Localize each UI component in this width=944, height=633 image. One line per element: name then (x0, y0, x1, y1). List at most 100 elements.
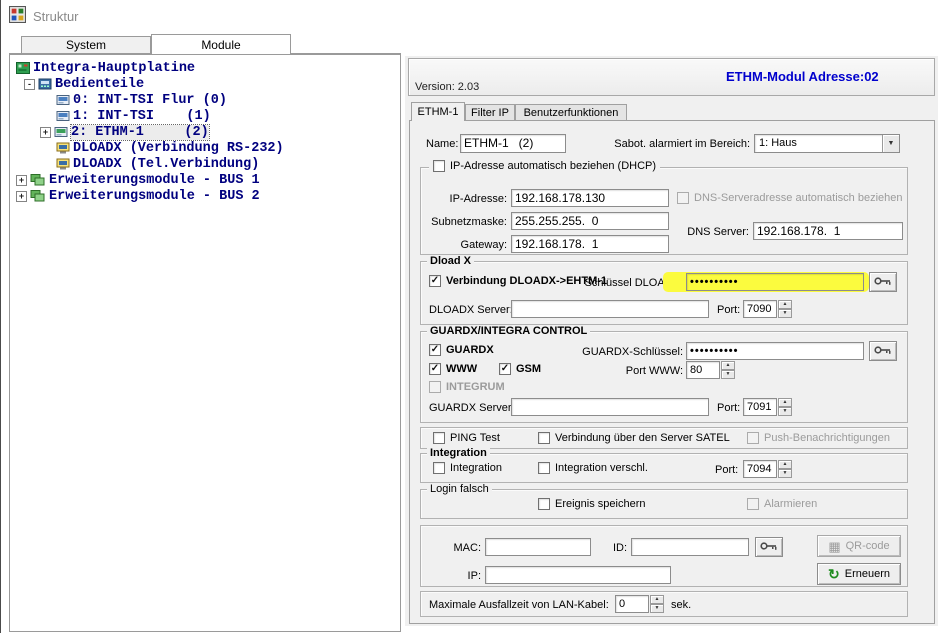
subnet-input[interactable]: 255.255.255. 0 (511, 212, 669, 230)
tree-item-int-tsi-1[interactable]: 1: INT-TSI (1) (10, 108, 400, 124)
dloadx-server-input[interactable] (511, 300, 709, 318)
dloadx-group: Dload X ✓ Verbindung DLOADX->EHTM-1 Schl… (420, 261, 908, 325)
save-event-label: Ereignis speichern (555, 498, 646, 510)
checkbox-box[interactable]: ✓ (429, 363, 441, 375)
satel-server-checkbox[interactable]: Verbindung über den Server SATEL (538, 432, 730, 444)
checkbox-box[interactable]: ✓ (429, 275, 441, 287)
checkbox-box[interactable] (433, 432, 445, 444)
sabot-label: Sabot. alarmiert im Bereich: (600, 138, 750, 150)
gsm-checkbox[interactable]: ✓ GSM (499, 363, 541, 375)
guardx-key-input[interactable]: •••••••••• (686, 342, 864, 360)
guardx-group-caption: GUARDX/INTEGRA CONTROL (427, 325, 590, 337)
tab-module[interactable]: Module (151, 34, 291, 54)
guardx-key-reveal-button[interactable] (869, 341, 897, 361)
ip-input[interactable] (485, 566, 671, 584)
spin-up-icon[interactable]: ▲ (650, 595, 664, 604)
spin-down-icon[interactable]: ▼ (650, 604, 664, 613)
id-key-button[interactable] (755, 537, 783, 557)
integration-port-spinner: 7094 ▲ ▼ (743, 460, 792, 478)
checkbox-box[interactable] (538, 498, 550, 510)
tree-item-label: DLOADX (Tel.Verbindung) (73, 157, 259, 172)
expand-icon[interactable]: + (16, 175, 27, 186)
expand-icon[interactable]: + (16, 191, 27, 202)
checkbox-box (747, 432, 759, 444)
tree-item-label: Erweiterungsmodule - BUS 1 (49, 173, 260, 188)
expand-icon[interactable]: + (40, 127, 51, 138)
port-www-input[interactable]: 80 (686, 361, 720, 379)
ip-address-input[interactable]: 192.168.178.130 (511, 189, 669, 207)
checkbox-box[interactable] (538, 462, 550, 474)
satel-server-label: Verbindung über den Server SATEL (555, 432, 730, 444)
integration-group: Integration Integration Integration vers… (420, 453, 908, 483)
dloadx-key-input[interactable]: •••••••••• (686, 273, 864, 291)
dloadx-port-input[interactable]: 7090 (743, 300, 777, 318)
sabot-area-select[interactable]: 1: Haus ▼ (754, 134, 900, 153)
tree-item-int-tsi-0[interactable]: 0: INT-TSI Flur (0) (10, 92, 400, 108)
spin-down-icon[interactable]: ▼ (778, 407, 792, 416)
tab-filter-ip[interactable]: Filter IP (465, 104, 515, 120)
guardx-group: GUARDX/INTEGRA CONTROL ✓ GUARDX GUARDX-S… (420, 331, 908, 423)
collapse-icon[interactable]: - (24, 79, 35, 90)
expander-modules-icon (30, 173, 46, 187)
key-icon (874, 345, 892, 358)
integration-checkbox[interactable]: Integration (433, 462, 502, 474)
guardx-port-input[interactable]: 7091 (743, 398, 777, 416)
checkbox-box[interactable] (538, 432, 550, 444)
spin-up-icon[interactable]: ▲ (778, 398, 792, 407)
checkbox-box[interactable]: ✓ (429, 344, 441, 356)
chevron-down-icon[interactable]: ▼ (882, 135, 899, 152)
dloadx-icon (56, 141, 70, 155)
qr-icon: ▦ (828, 540, 840, 553)
tab-ethm-1[interactable]: ETHM-1 (411, 102, 465, 121)
spin-up-icon[interactable]: ▲ (721, 361, 735, 370)
integrum-label: INTEGRUM (446, 381, 505, 393)
renew-button[interactable]: ↻ Erneuern (817, 563, 901, 585)
renew-label: Erneuern (845, 568, 890, 580)
tree-item-bedienteile[interactable]: - Bedienteile (10, 76, 400, 92)
spin-down-icon[interactable]: ▼ (778, 469, 792, 478)
integrum-checkbox: INTEGRUM (429, 381, 505, 393)
lan-timeout-input[interactable]: 0 (615, 595, 649, 613)
guardx-server-label: GUARDX Server: (429, 402, 515, 414)
guardx-server-input[interactable] (511, 398, 709, 416)
gateway-input[interactable]: 192.168.178. 1 (511, 235, 669, 253)
ping-test-checkbox[interactable]: PING Test (433, 432, 500, 444)
keypad-icon (56, 93, 70, 107)
ip-label: IP: (431, 570, 481, 582)
integration-encrypt-checkbox[interactable]: Integration verschl. (538, 462, 648, 474)
mac-input[interactable] (485, 538, 591, 556)
www-checkbox[interactable]: ✓ WWW (429, 363, 477, 375)
integration-port-input[interactable]: 7094 (743, 460, 777, 478)
checkbox-box[interactable] (433, 160, 445, 172)
port-www-spinner: 80 ▲ ▼ (686, 361, 735, 379)
guardx-key-label: GUARDX-Schlüssel: (579, 346, 683, 358)
tree-item-dloadx-rs232[interactable]: DLOADX (Verbindung RS-232) (10, 140, 400, 156)
dloadx-port-label: Port: (717, 304, 740, 316)
spin-down-icon[interactable]: ▼ (778, 309, 792, 318)
tree-item-ethm-1[interactable]: + 2: ETHM-1 (2) (10, 124, 400, 140)
tab-system[interactable]: System (21, 36, 151, 53)
integration-label: Integration (450, 462, 502, 474)
tree-item-bus2[interactable]: + Erweiterungsmodule - BUS 2 (10, 188, 400, 204)
checkbox-box[interactable]: ✓ (499, 363, 511, 375)
spin-up-icon[interactable]: ▲ (778, 460, 792, 469)
id-input[interactable] (631, 538, 749, 556)
tree-item-dloadx-tel[interactable]: DLOADX (Tel.Verbindung) (10, 156, 400, 172)
spin-down-icon[interactable]: ▼ (721, 370, 735, 379)
module-version: Version: 2.03 (415, 81, 479, 93)
dhcp-checkbox[interactable]: IP-Adresse automatisch beziehen (DHCP) (429, 160, 660, 172)
tree-item-bus1[interactable]: + Erweiterungsmodule - BUS 1 (10, 172, 400, 188)
spin-up-icon[interactable]: ▲ (778, 300, 792, 309)
tab-module-label: Module (201, 38, 240, 52)
tree-item-mainboard[interactable]: Integra-Hauptplatine (10, 60, 400, 76)
guardx-label: GUARDX (446, 344, 494, 356)
guardx-checkbox[interactable]: ✓ GUARDX (429, 344, 494, 356)
tab-benutzerfunktionen[interactable]: Benutzerfunktionen (515, 104, 627, 120)
refresh-icon: ↻ (828, 567, 840, 581)
dns-server-input[interactable]: 192.168.178. 1 (753, 222, 903, 240)
checkbox-box[interactable] (433, 462, 445, 474)
save-event-checkbox[interactable]: Ereignis speichern (538, 498, 646, 510)
title-bar: Struktur (1, 0, 944, 30)
dloadx-key-reveal-button[interactable] (869, 272, 897, 292)
name-input[interactable]: ETHM-1 (2) (460, 134, 566, 153)
